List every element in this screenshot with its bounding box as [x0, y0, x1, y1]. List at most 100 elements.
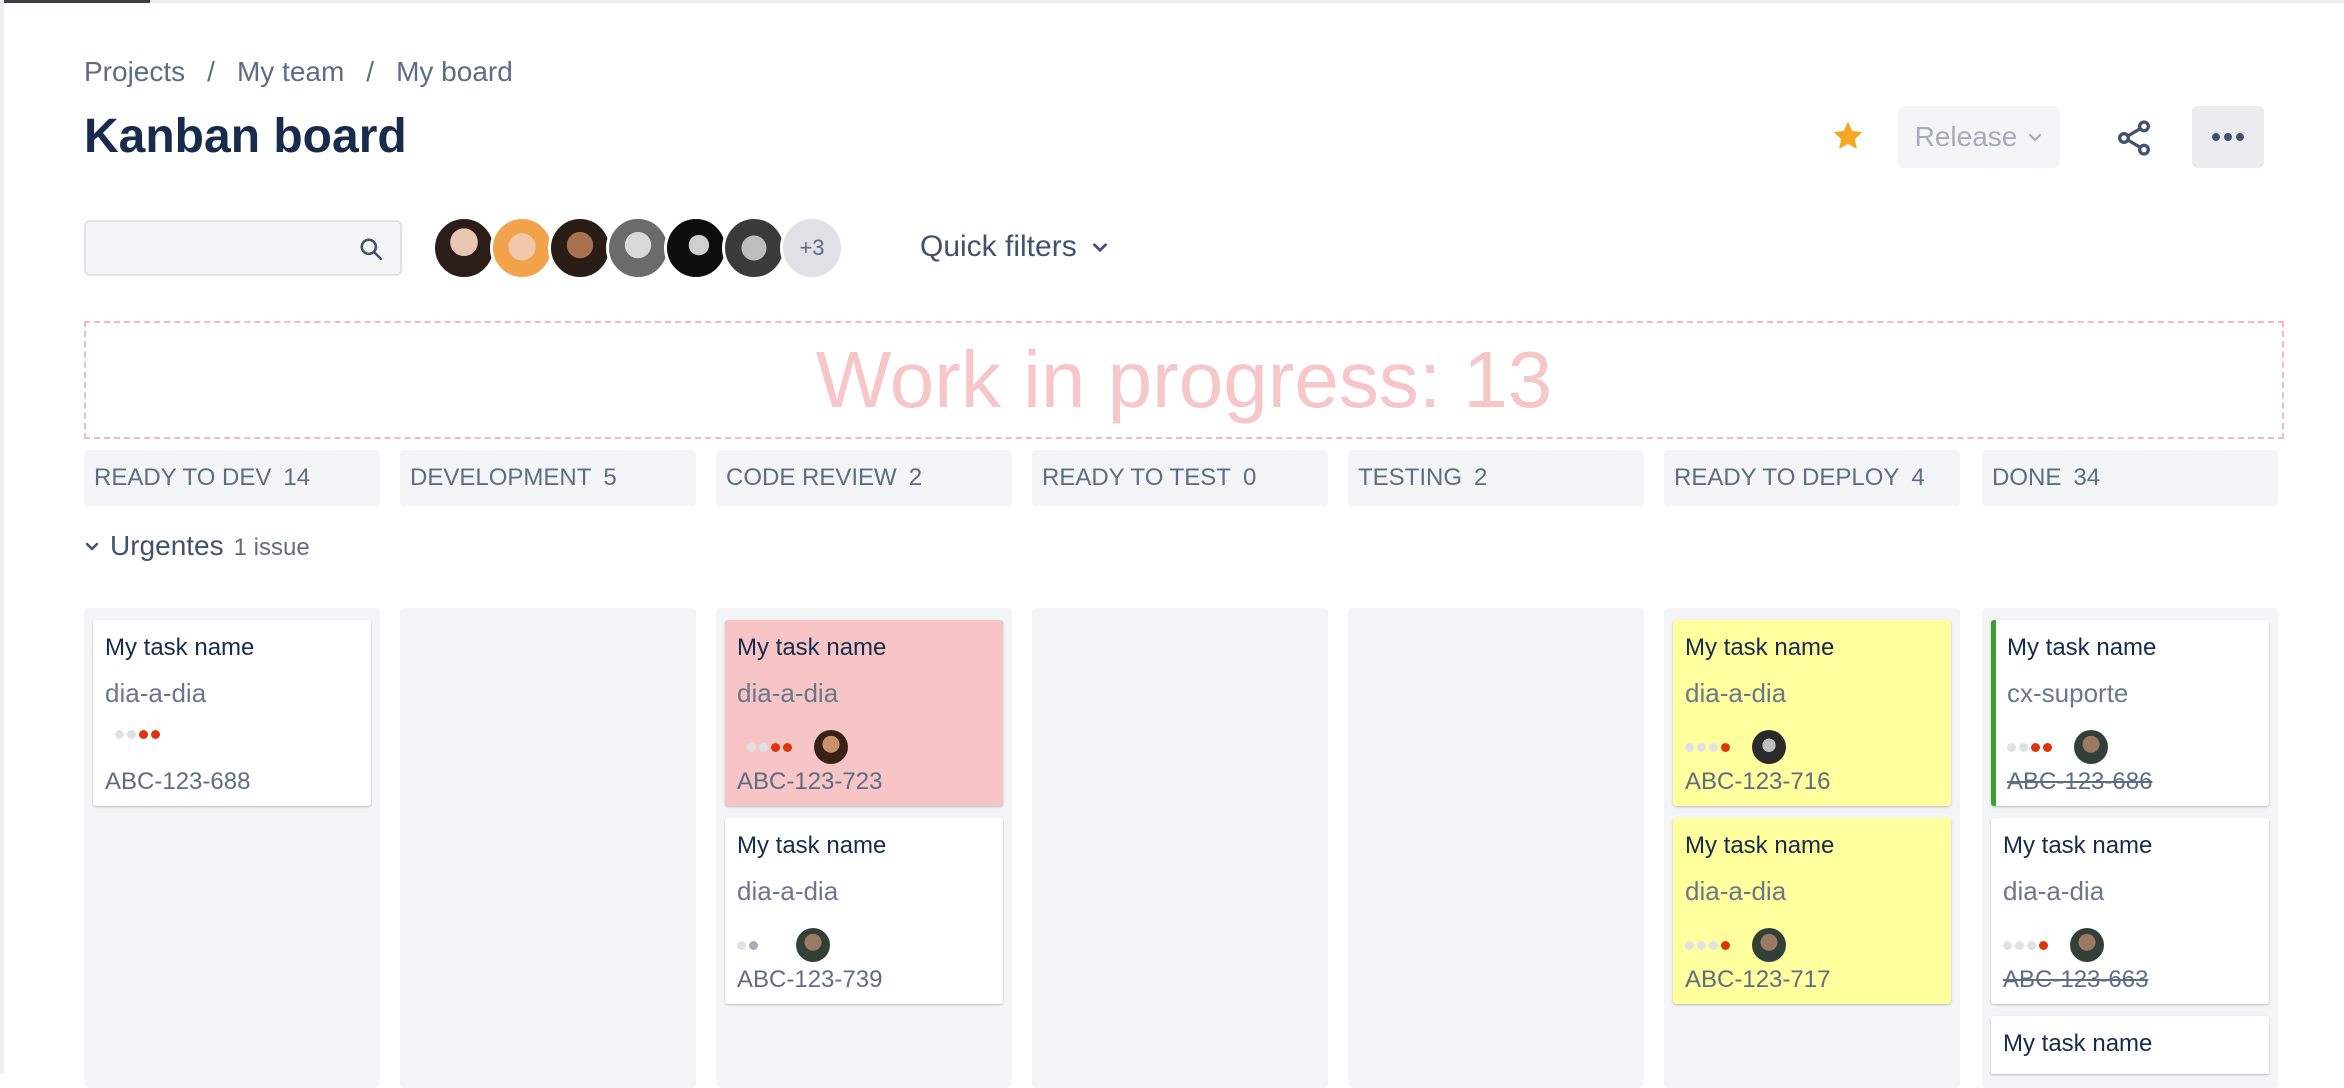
column-header-done[interactable]: DONE 34 — [1982, 450, 2278, 506]
dot — [1721, 940, 1730, 950]
card-epic: dia-a-dia — [737, 876, 839, 906]
avatar[interactable] — [432, 216, 496, 280]
loading-bar — [0, 0, 150, 3]
swimlane-toggle[interactable]: Urgentes 1 issue — [84, 530, 310, 562]
card-key: ABC-123-717 — [1685, 966, 1831, 993]
avatar[interactable] — [606, 216, 670, 280]
column-count: 5 — [603, 464, 617, 491]
assignee-avatar[interactable] — [796, 928, 830, 962]
dot — [1709, 742, 1718, 752]
release-button[interactable]: Release — [1898, 106, 2060, 168]
swimlane-name: Urgentes — [110, 530, 224, 561]
dot — [2007, 742, 2016, 752]
breadcrumb-my-board[interactable]: My board — [396, 56, 513, 88]
chevron-down-icon — [1092, 243, 1107, 253]
dot — [139, 730, 148, 739]
dot — [2031, 742, 2040, 752]
card-title: My task name — [105, 634, 255, 661]
breadcrumb-projects[interactable]: Projects — [84, 56, 185, 88]
column-name: DEVELOPMENT — [410, 464, 592, 491]
avatar-more[interactable]: +3 — [780, 216, 844, 280]
dot — [151, 730, 160, 739]
card-epic: dia-a-dia — [2003, 876, 2105, 906]
column-development[interactable] — [400, 608, 696, 1088]
avatar[interactable] — [664, 216, 728, 280]
assignee-avatar[interactable] — [1752, 928, 1786, 962]
column-count: 2 — [1474, 464, 1488, 491]
dot — [127, 730, 136, 739]
column-name: READY TO DEV — [94, 464, 272, 491]
assignee-avatar[interactable] — [2074, 730, 2108, 764]
share-icon — [2118, 120, 2150, 156]
dot — [2043, 742, 2052, 752]
wip-banner: Work in progress: 13 — [84, 321, 2284, 439]
column-ready-to-test[interactable] — [1032, 608, 1328, 1088]
priority-dots — [1685, 742, 1730, 752]
card-title: My task name — [737, 634, 887, 661]
more-icon — [2212, 133, 2244, 141]
column-header-ready-to-dev[interactable]: READY TO DEV 14 — [84, 450, 380, 506]
card-title: My task name — [2003, 1030, 2153, 1057]
card-title: My task name — [2007, 634, 2157, 661]
avatar[interactable] — [490, 216, 554, 280]
breadcrumb-separator: / — [366, 56, 375, 87]
issue-card[interactable]: My task name dia-a-dia ABC-123-717 — [1673, 818, 1951, 1004]
column-name: DONE — [1992, 464, 2062, 491]
card-title: My task name — [1685, 634, 1835, 661]
card-epic: dia-a-dia — [1685, 678, 1787, 708]
priority-dots — [747, 742, 792, 752]
column-header-ready-to-deploy[interactable]: READY TO DEPLOY 4 — [1664, 450, 1960, 506]
more-button[interactable] — [2192, 106, 2264, 168]
quick-filters-dropdown[interactable]: Quick filters — [920, 230, 1109, 264]
card-key: ABC-123-723 — [737, 768, 883, 795]
top-border — [0, 0, 2344, 3]
dot — [115, 730, 124, 739]
issue-card[interactable]: My task name dia-a-dia ABC-123-716 — [1673, 620, 1951, 806]
card-meta — [1685, 730, 1786, 764]
column-header-ready-to-test[interactable]: READY TO TEST 0 — [1032, 450, 1328, 506]
card-meta — [737, 730, 848, 764]
card-epic: dia-a-dia — [1685, 876, 1787, 906]
release-label: Release — [1914, 121, 2018, 152]
card-epic: cx-suporte — [2007, 678, 2129, 708]
issue-card[interactable]: My task name dia-a-dia ABC-123-739 — [725, 818, 1003, 1004]
issue-card[interactable]: My task name — [1991, 1016, 2269, 1074]
dot — [1697, 940, 1706, 950]
column-header-development[interactable]: DEVELOPMENT 5 — [400, 450, 696, 506]
card-meta — [2003, 928, 2104, 962]
avatar[interactable] — [548, 216, 612, 280]
card-key: ABC-123-688 — [105, 768, 251, 795]
issue-card[interactable]: My task name cx-suporte ABC-123-686 — [1991, 620, 2269, 806]
issue-card[interactable]: My task name dia-a-dia ABC-123-688 — [93, 620, 371, 806]
share-button[interactable] — [2108, 112, 2160, 164]
assignee-avatar[interactable] — [2070, 928, 2104, 962]
card-epic: dia-a-dia — [105, 678, 207, 708]
column-count: 14 — [283, 464, 311, 491]
column-testing[interactable] — [1348, 608, 1644, 1088]
avatar[interactable] — [722, 216, 786, 280]
priority-dots — [2007, 742, 2052, 752]
issue-card[interactable]: My task name dia-a-dia ABC-123-663 — [1991, 818, 2269, 1004]
swimlane-count: 1 issue — [233, 534, 310, 561]
priority-dots — [1685, 940, 1730, 950]
dot — [747, 742, 756, 752]
column-count: 0 — [1242, 464, 1257, 491]
column-name: READY TO DEPLOY — [1674, 464, 1900, 491]
card-key: ABC-123-686 — [2007, 768, 2153, 795]
breadcrumb-my-team[interactable]: My team — [237, 56, 344, 88]
card-title: My task name — [1685, 832, 1835, 859]
chevron-down-icon — [85, 542, 99, 551]
dot — [2003, 940, 2012, 950]
column-header-testing[interactable]: TESTING 2 — [1348, 450, 1644, 506]
dot — [783, 742, 792, 752]
card-meta — [2007, 730, 2108, 764]
assignee-avatar[interactable] — [814, 730, 848, 764]
column-header-code-review[interactable]: CODE REVIEW 2 — [716, 450, 1012, 506]
card-key: ABC-123-716 — [1685, 768, 1831, 795]
issue-card[interactable]: My task name dia-a-dia ABC-123-723 — [725, 620, 1003, 806]
dot — [1697, 742, 1706, 752]
star-icon[interactable] — [1830, 118, 1866, 154]
assignee-avatar[interactable] — [1752, 730, 1786, 764]
search-input[interactable] — [86, 222, 364, 274]
search-icon — [360, 238, 383, 261]
